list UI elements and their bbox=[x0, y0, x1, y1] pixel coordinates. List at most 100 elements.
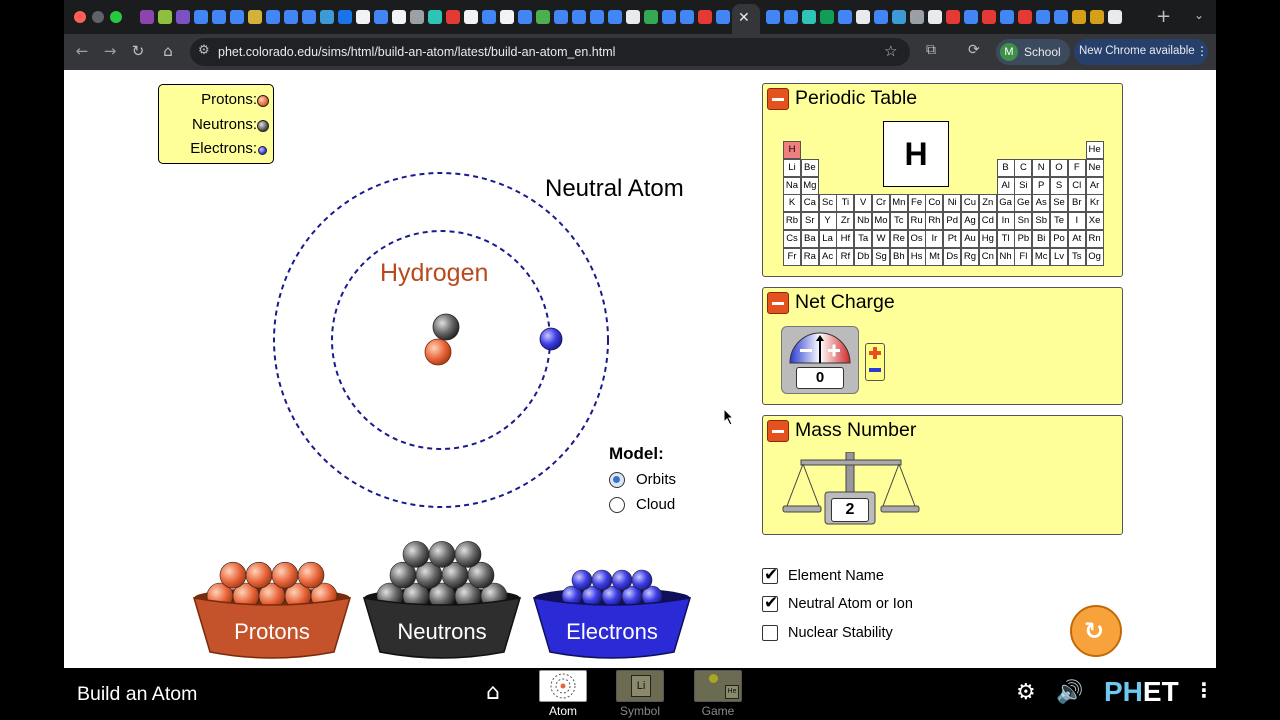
bucket-neutron[interactable] bbox=[454, 541, 482, 568]
element-cell[interactable]: Co bbox=[925, 194, 944, 213]
tab-favicon[interactable] bbox=[626, 10, 640, 24]
tab-favicon[interactable] bbox=[892, 10, 906, 24]
element-cell[interactable]: Al bbox=[996, 176, 1015, 195]
element-cell[interactable]: As bbox=[1032, 194, 1051, 213]
neutral-atom-checkbox[interactable]: ✔ bbox=[762, 593, 778, 613]
element-cell[interactable]: Sr bbox=[800, 212, 819, 231]
tab-favicon[interactable] bbox=[1036, 10, 1050, 24]
element-cell[interactable]: Fr bbox=[783, 247, 801, 266]
element-cell[interactable]: Se bbox=[1050, 194, 1068, 213]
tab-favicon[interactable] bbox=[590, 10, 604, 24]
nucleus-neutron[interactable] bbox=[432, 313, 460, 341]
tab-favicon[interactable] bbox=[266, 10, 280, 24]
nuclear-stability-checkbox[interactable] bbox=[762, 625, 778, 641]
element-cell[interactable]: Pd bbox=[943, 212, 962, 231]
tab-favicon[interactable] bbox=[680, 10, 694, 24]
element-cell[interactable]: Au bbox=[961, 230, 979, 248]
nuclear-stability-checkbox-row[interactable]: Nuclear Stability bbox=[762, 623, 962, 645]
element-cell[interactable]: Cl bbox=[1067, 176, 1086, 195]
element-cell[interactable]: Rb bbox=[783, 212, 801, 231]
close-window-button[interactable] bbox=[74, 11, 86, 23]
tab-favicon[interactable] bbox=[554, 10, 568, 24]
element-cell[interactable]: Ba bbox=[800, 230, 819, 248]
element-cell[interactable]: Ds bbox=[943, 247, 962, 266]
element-cell[interactable]: He bbox=[1085, 141, 1104, 159]
site-info-icon[interactable]: ⚙ bbox=[198, 43, 210, 58]
element-cell[interactable]: Nb bbox=[854, 212, 873, 231]
chrome-update-button[interactable]: New Chrome available ⋮ bbox=[1074, 39, 1208, 65]
tab-favicon[interactable] bbox=[716, 10, 730, 24]
element-cell[interactable]: K bbox=[783, 194, 801, 213]
tab-favicon[interactable] bbox=[608, 10, 622, 24]
element-cell[interactable]: Ni bbox=[943, 194, 962, 213]
reload-icon[interactable]: ↻ bbox=[128, 42, 148, 60]
bucket-proton[interactable] bbox=[245, 561, 273, 589]
element-cell[interactable]: Rh bbox=[925, 212, 944, 231]
element-cell[interactable]: Y bbox=[818, 212, 837, 231]
tab-favicon[interactable] bbox=[446, 10, 460, 24]
tab-favicon[interactable] bbox=[338, 10, 352, 24]
element-cell[interactable]: Ga bbox=[996, 194, 1015, 213]
screen-tab-atom[interactable]: Atom bbox=[528, 704, 598, 718]
tab-favicon[interactable] bbox=[482, 10, 496, 24]
element-cell[interactable]: Ar bbox=[1085, 176, 1104, 195]
home-screen-icon[interactable]: ⌂ bbox=[486, 680, 500, 705]
element-cell[interactable]: C bbox=[1014, 158, 1033, 177]
element-cell[interactable]: Cu bbox=[961, 194, 979, 213]
element-cell[interactable]: Ag bbox=[961, 212, 979, 231]
tab-favicon[interactable] bbox=[302, 10, 316, 24]
element-cell[interactable]: Hg bbox=[978, 230, 997, 248]
element-cell[interactable]: Tc bbox=[889, 212, 908, 231]
maximize-window-button[interactable] bbox=[110, 11, 122, 23]
element-cell[interactable]: Cr bbox=[872, 194, 890, 213]
tab-favicon[interactable] bbox=[464, 10, 478, 24]
tab-favicon[interactable] bbox=[194, 10, 208, 24]
element-cell[interactable]: Sb bbox=[1032, 212, 1051, 231]
element-cell[interactable]: Be bbox=[800, 158, 819, 177]
element-cell[interactable]: Si bbox=[1014, 176, 1033, 195]
tab-favicon[interactable] bbox=[320, 10, 334, 24]
tab-favicon[interactable] bbox=[392, 10, 406, 24]
orbits-radio[interactable] bbox=[609, 472, 625, 488]
element-cell[interactable]: Kr bbox=[1085, 194, 1104, 213]
element-cell[interactable]: Br bbox=[1067, 194, 1086, 213]
new-tab-button[interactable]: + bbox=[1156, 6, 1171, 27]
tab-favicon[interactable] bbox=[856, 10, 870, 24]
element-cell[interactable]: At bbox=[1067, 230, 1086, 248]
tab-favicon[interactable] bbox=[766, 10, 780, 24]
element-cell[interactable]: Ir bbox=[925, 230, 944, 248]
home-icon[interactable]: ⌂ bbox=[158, 42, 178, 60]
phet-menu-icon[interactable]: ⋮ bbox=[1194, 678, 1214, 702]
mass-number-collapse-button[interactable] bbox=[767, 420, 789, 442]
net-charge-collapse-button[interactable] bbox=[767, 292, 789, 314]
close-tab-icon[interactable]: ✕ bbox=[738, 10, 750, 26]
screen-tab-symbol[interactable]: Symbol bbox=[605, 704, 675, 718]
element-cell[interactable]: H bbox=[783, 141, 801, 159]
bucket-proton[interactable] bbox=[297, 561, 325, 589]
element-cell[interactable]: Ge bbox=[1014, 194, 1033, 213]
element-cell[interactable]: Te bbox=[1050, 212, 1068, 231]
element-cell[interactable]: Cs bbox=[783, 230, 801, 248]
tab-favicon[interactable] bbox=[518, 10, 532, 24]
tab-favicon[interactable] bbox=[410, 10, 424, 24]
tab-favicon[interactable] bbox=[176, 10, 190, 24]
element-cell[interactable]: S bbox=[1050, 176, 1068, 195]
bucket-proton[interactable] bbox=[271, 561, 299, 589]
cloud-radio[interactable] bbox=[609, 497, 625, 513]
tab-favicon[interactable] bbox=[356, 10, 370, 24]
tab-favicon[interactable] bbox=[140, 10, 154, 24]
model-option-cloud[interactable]: Cloud bbox=[609, 494, 729, 516]
browser-menu-icon[interactable]: ⋮ bbox=[1196, 44, 1208, 58]
element-cell[interactable]: Fe bbox=[907, 194, 926, 213]
tab-favicon[interactable] bbox=[536, 10, 550, 24]
cast-icon[interactable]: ⧉ bbox=[926, 42, 936, 58]
tab-favicon[interactable] bbox=[874, 10, 888, 24]
tab-favicon[interactable] bbox=[838, 10, 852, 24]
minimize-window-button[interactable] bbox=[92, 11, 104, 23]
bucket-electron[interactable] bbox=[611, 569, 633, 591]
bucket-proton[interactable] bbox=[219, 561, 247, 589]
screen-tab-game[interactable]: Game bbox=[683, 704, 753, 718]
tab-favicon[interactable] bbox=[964, 10, 978, 24]
nucleus-proton[interactable] bbox=[424, 338, 452, 366]
tab-favicon[interactable] bbox=[374, 10, 388, 24]
